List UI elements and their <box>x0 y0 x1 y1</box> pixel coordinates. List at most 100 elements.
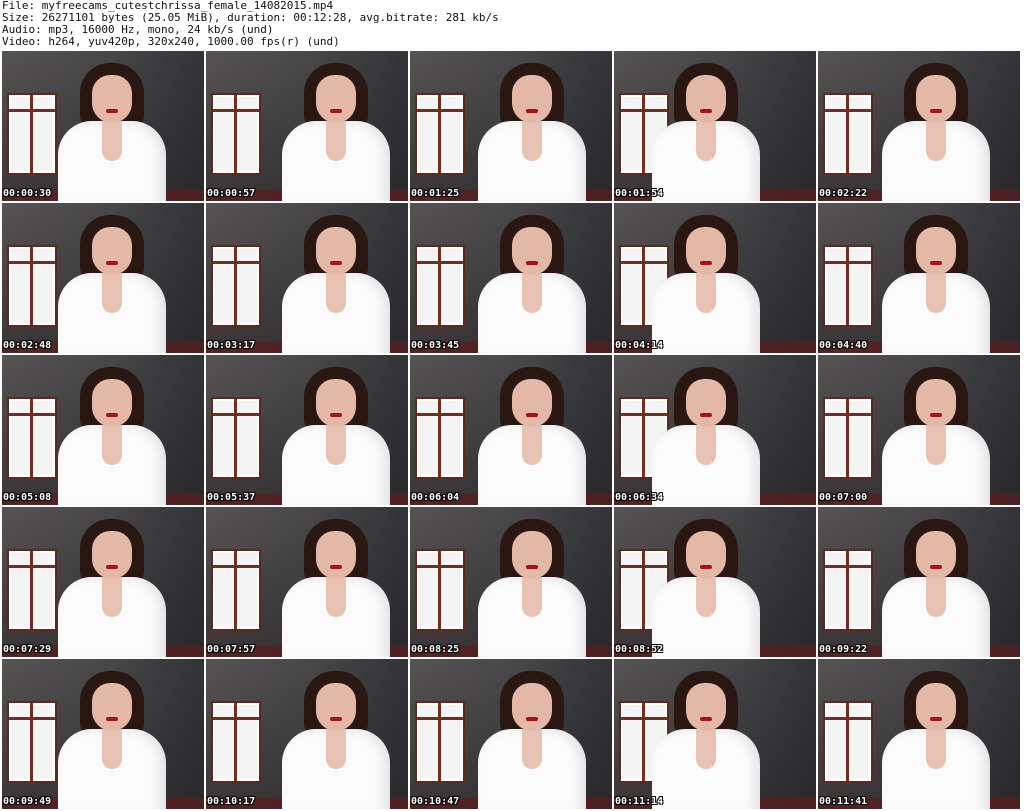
person-figure <box>276 61 396 201</box>
face <box>512 531 552 579</box>
lips <box>930 717 942 721</box>
white-shirt <box>478 121 586 201</box>
lips <box>330 717 342 721</box>
video-thumbnail: 00:03:17 <box>206 203 408 353</box>
lips <box>700 261 712 265</box>
lips <box>106 717 118 721</box>
video-thumbnail: 00:11:14 <box>614 659 816 809</box>
person-figure <box>646 213 766 353</box>
window-image <box>7 397 57 479</box>
video-thumbnail: 00:00:30 <box>2 51 204 201</box>
lips <box>930 261 942 265</box>
face <box>92 75 132 123</box>
window-image <box>415 549 465 631</box>
thumbnail-timestamp: 00:03:45 <box>411 340 460 351</box>
thumbnail-timestamp: 00:06:04 <box>411 492 460 503</box>
thumbnail-timestamp: 00:00:57 <box>207 188 256 199</box>
white-shirt <box>652 121 760 201</box>
window-image <box>823 549 873 631</box>
window-image <box>211 549 261 631</box>
video-thumbnail: 00:01:54 <box>614 51 816 201</box>
window-image <box>415 93 465 175</box>
person-figure <box>276 669 396 809</box>
person-figure <box>472 517 592 657</box>
white-shirt <box>478 425 586 505</box>
thumbnail-timestamp: 00:05:37 <box>207 492 256 503</box>
thumbnail-timestamp: 00:02:48 <box>3 340 52 351</box>
thumbnail-timestamp: 00:01:54 <box>615 188 664 199</box>
video-thumbnail: 00:06:34 <box>614 355 816 505</box>
lips <box>700 717 712 721</box>
face <box>316 227 356 275</box>
thumbnail-timestamp: 00:03:17 <box>207 340 256 351</box>
person-figure <box>472 669 592 809</box>
person-figure <box>52 669 172 809</box>
lips <box>330 565 342 569</box>
face <box>686 75 726 123</box>
lips <box>526 717 538 721</box>
white-shirt <box>58 121 166 201</box>
face <box>316 75 356 123</box>
white-shirt <box>282 121 390 201</box>
white-shirt <box>652 273 760 353</box>
lips <box>526 413 538 417</box>
white-shirt <box>282 273 390 353</box>
thumbnail-timestamp: 00:05:08 <box>3 492 52 503</box>
face <box>92 683 132 731</box>
face <box>92 379 132 427</box>
lips <box>700 413 712 417</box>
file-info-header: File: myfreecams_cutestchrissa_female_14… <box>2 0 1022 48</box>
person-figure <box>276 213 396 353</box>
thumbnail-grid: 00:00:30 00:00:57 00:01:25 00:01:54 00:02:22… <box>2 51 1022 811</box>
face <box>916 531 956 579</box>
thumbnail-timestamp: 00:04:40 <box>819 340 868 351</box>
video-thumbnail: 00:01:25 <box>410 51 612 201</box>
video-thumbnail: 00:05:08 <box>2 355 204 505</box>
white-shirt <box>58 577 166 657</box>
white-shirt <box>882 121 990 201</box>
lips <box>330 261 342 265</box>
thumbnail-timestamp: 00:07:57 <box>207 644 256 655</box>
video-thumbnail: 00:10:47 <box>410 659 612 809</box>
person-figure <box>646 365 766 505</box>
face <box>686 531 726 579</box>
face <box>92 531 132 579</box>
white-shirt <box>282 425 390 505</box>
person-figure <box>876 61 996 201</box>
white-shirt <box>652 577 760 657</box>
window-image <box>415 701 465 783</box>
window-image <box>211 93 261 175</box>
thumbnail-timestamp: 00:07:29 <box>3 644 52 655</box>
white-shirt <box>282 729 390 809</box>
window-image <box>211 245 261 327</box>
video-thumbnail: 00:04:40 <box>818 203 1020 353</box>
window-image <box>7 549 57 631</box>
face <box>92 227 132 275</box>
thumbnail-timestamp: 00:08:52 <box>615 644 664 655</box>
white-shirt <box>882 273 990 353</box>
thumbnail-timestamp: 00:10:47 <box>411 796 460 807</box>
video-thumbnail: 00:02:48 <box>2 203 204 353</box>
lips <box>526 109 538 113</box>
person-figure <box>876 365 996 505</box>
video-thumbnail: 00:08:25 <box>410 507 612 657</box>
face <box>916 75 956 123</box>
person-figure <box>472 365 592 505</box>
face <box>686 683 726 731</box>
thumbnail-timestamp: 00:11:14 <box>615 796 664 807</box>
video-thumbnail: 00:06:04 <box>410 355 612 505</box>
white-shirt <box>478 273 586 353</box>
lips <box>106 109 118 113</box>
person-figure <box>472 61 592 201</box>
face <box>512 379 552 427</box>
video-thumbnail: 00:05:37 <box>206 355 408 505</box>
window-image <box>7 93 57 175</box>
window-image <box>211 397 261 479</box>
lips <box>700 109 712 113</box>
video-thumbnail: 00:08:52 <box>614 507 816 657</box>
thumbnail-timestamp: 00:07:00 <box>819 492 868 503</box>
video-thumbnail: 00:00:57 <box>206 51 408 201</box>
window-image <box>7 245 57 327</box>
thumbnail-timestamp: 00:09:22 <box>819 644 868 655</box>
face <box>316 683 356 731</box>
